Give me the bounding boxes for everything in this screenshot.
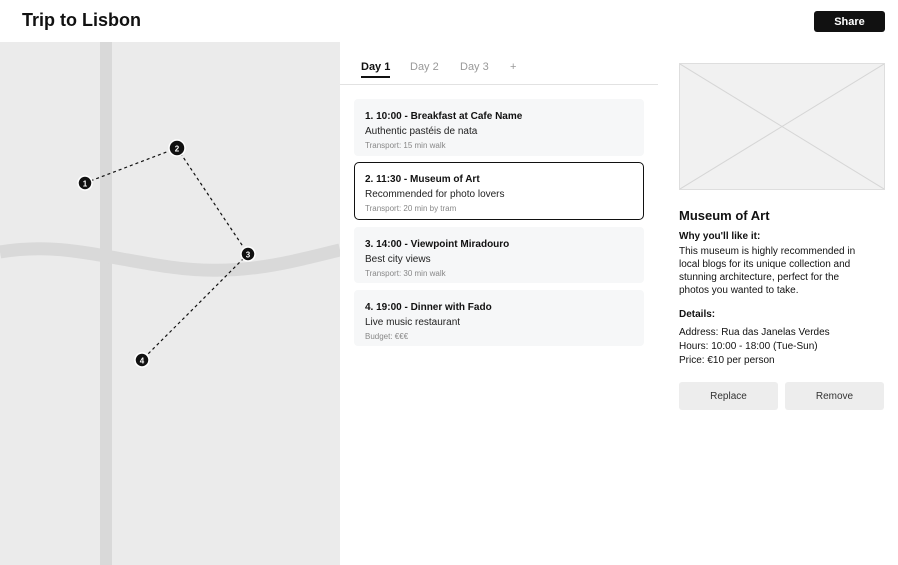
tab-day-1[interactable]: Day 1 — [361, 61, 391, 78]
day-tabs: Day 1 Day 2 Day 3 + — [340, 42, 658, 85]
map-marker-label: 4 — [140, 357, 145, 366]
place-hours: Hours: 10:00 - 18:00 (Tue-Sun) — [679, 341, 818, 352]
route-segment-2-3 — [176, 147, 249, 255]
stop-description: Live music restaurant — [365, 317, 461, 328]
map-road-vertical — [100, 42, 112, 565]
place-address: Address: Rua das Janelas Verdes — [679, 327, 830, 338]
tab-day-3[interactable]: Day 3 — [460, 61, 489, 73]
map-marker-4[interactable]: 4 — [134, 352, 150, 368]
map-marker-2[interactable]: 2 — [168, 139, 186, 157]
map-panel[interactable]: 1 2 3 4 — [0, 42, 340, 565]
share-button[interactable]: Share — [814, 11, 885, 32]
place-image-placeholder — [679, 63, 885, 190]
stop-title: 4. 19:00 - Dinner with Fado — [365, 302, 492, 313]
stop-description: Recommended for photo lovers — [365, 189, 505, 200]
stop-title: 3. 14:00 - Viewpoint Miradouro — [365, 239, 510, 250]
stop-title: 1. 10:00 - Breakfast at Cafe Name — [365, 111, 523, 122]
map-road-river — [0, 242, 340, 277]
stop-budget: Budget: €€€ — [365, 332, 409, 341]
place-name: Museum of Art — [679, 208, 770, 223]
map-marker-3[interactable]: 3 — [240, 246, 256, 262]
route-segment-1-2 — [84, 147, 178, 184]
itinerary-panel: Day 1 Day 2 Day 3 + 1. 10:00 - Breakfast… — [340, 42, 658, 565]
place-details-panel: Museum of Art Why you'll like it: This m… — [658, 42, 898, 565]
place-price: Price: €10 per person — [679, 355, 775, 366]
map-marker-label: 3 — [246, 251, 251, 260]
route-map[interactable]: 1 2 3 4 — [0, 42, 340, 565]
details-label: Details: — [679, 309, 716, 320]
tab-day-2[interactable]: Day 2 — [410, 61, 439, 73]
page-title: Trip to Lisbon — [22, 10, 141, 30]
stop-transport: Transport: 20 min by tram — [365, 204, 457, 213]
map-marker-1[interactable]: 1 — [77, 175, 93, 191]
replace-button[interactable]: Replace — [679, 382, 778, 410]
itinerary-stop-4[interactable]: 4. 19:00 - Dinner with Fado Live music r… — [354, 290, 644, 346]
stop-description: Best city views — [365, 254, 431, 265]
map-marker-label: 2 — [175, 145, 180, 154]
why-label: Why you'll like it: — [679, 231, 761, 242]
itinerary-stop-3[interactable]: 3. 14:00 - Viewpoint Miradouro Best city… — [354, 227, 644, 283]
add-day-button[interactable]: + — [510, 61, 516, 73]
remove-button[interactable]: Remove — [785, 382, 884, 410]
map-marker-label: 1 — [83, 180, 88, 189]
stop-transport: Transport: 30 min walk — [365, 269, 446, 278]
stop-title: 2. 11:30 - Museum of Art — [365, 174, 480, 185]
why-text: This museum is highly recommended in loc… — [679, 246, 856, 296]
stop-transport: Transport: 15 min walk — [365, 141, 446, 150]
itinerary-stop-1[interactable]: 1. 10:00 - Breakfast at Cafe Name Authen… — [354, 99, 644, 156]
app-header: Trip to Lisbon Share — [0, 0, 898, 42]
itinerary-stop-2[interactable]: 2. 11:30 - Museum of Art Recommended for… — [354, 162, 644, 220]
image-placeholder-icon — [679, 63, 885, 190]
stop-description: Authentic pastéis de nata — [365, 126, 478, 137]
